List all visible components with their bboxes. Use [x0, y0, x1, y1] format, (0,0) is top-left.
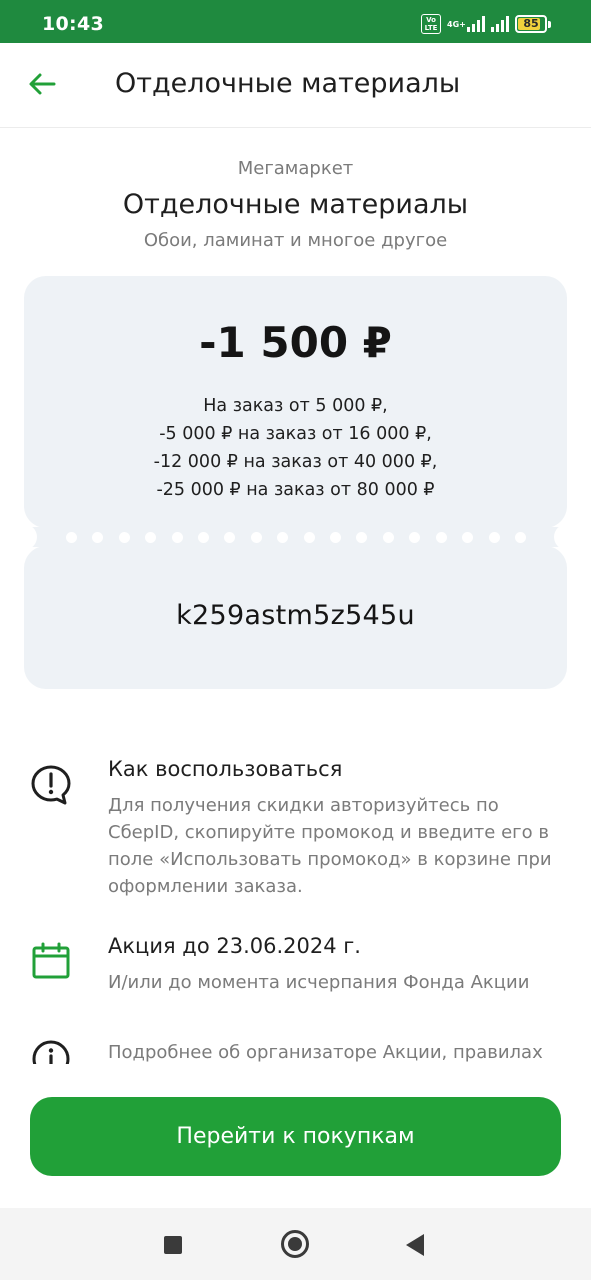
speech-bubble-exclamation-icon: [30, 764, 72, 806]
signal-strength-icon: [467, 16, 485, 32]
validity-text: И/или до момента исчерпания Фонда Акции: [108, 972, 530, 993]
condition-line: -12 000 ₽ на заказ от 40 000 ₽,: [153, 452, 438, 472]
arrow-left-icon: [29, 73, 56, 95]
go-shopping-button[interactable]: Перейти к покупкам: [30, 1097, 561, 1176]
store-name: Мегамаркет: [237, 158, 354, 179]
promo-code[interactable]: k259astm5z545u: [24, 600, 567, 631]
status-time: 10:43: [42, 13, 104, 35]
how-to-title: Как воспользоваться: [108, 757, 343, 781]
discount-conditions: На заказ от 5 000 ₽, -5 000 ₽ на заказ о…: [24, 392, 567, 504]
validity-title: Акция до 23.06.2024 г.: [108, 934, 361, 958]
how-to-text: Для получения скидки авторизуйтесь по Сб…: [108, 795, 552, 897]
promo-page: 10:43 Vo LTE 4G+ 85 Отделочные материалы…: [0, 0, 591, 1280]
system-navigation-bar: [0, 1208, 591, 1280]
battery-percent: 85: [523, 17, 539, 30]
condition-line: -25 000 ₽ на заказ от 80 000 ₽: [156, 480, 435, 500]
condition-line: -5 000 ₽ на заказ от 16 000 ₽,: [159, 424, 432, 444]
coupon-notch-left: [11, 524, 37, 550]
battery-icon: 85: [515, 15, 551, 33]
page-title: Отделочные материалы: [115, 68, 461, 99]
discount-amount: -1 500 ₽: [199, 318, 392, 367]
network-type-label: 4G+: [447, 19, 466, 29]
condition-line: На заказ от 5 000 ₽,: [203, 396, 388, 416]
status-icons: Vo LTE 4G+ 85: [421, 14, 551, 34]
recent-apps-button[interactable]: [164, 1236, 182, 1254]
promo-subtitle: Обои, ламинат и многое другое: [143, 230, 448, 251]
signal-strength-icon-2: [491, 16, 509, 32]
app-bar: Отделочные материалы: [0, 43, 591, 128]
back-button[interactable]: [22, 64, 62, 104]
home-button[interactable]: [281, 1230, 309, 1258]
organizer-text: Подробнее об организаторе Акции, правила…: [108, 1042, 543, 1063]
volte-icon: Vo LTE: [421, 14, 441, 34]
status-bar: 10:43 Vo LTE 4G+ 85: [0, 0, 591, 43]
coupon-notch-right: [554, 524, 580, 550]
system-back-button[interactable]: [406, 1234, 424, 1256]
calendar-icon: [30, 941, 72, 983]
perforation-dots: [66, 530, 526, 544]
info-circle-icon: [30, 1038, 72, 1064]
promo-title: Отделочные материалы: [122, 189, 469, 220]
organizer-row[interactable]: Подробнее об организаторе Акции, правила…: [0, 1030, 591, 1064]
